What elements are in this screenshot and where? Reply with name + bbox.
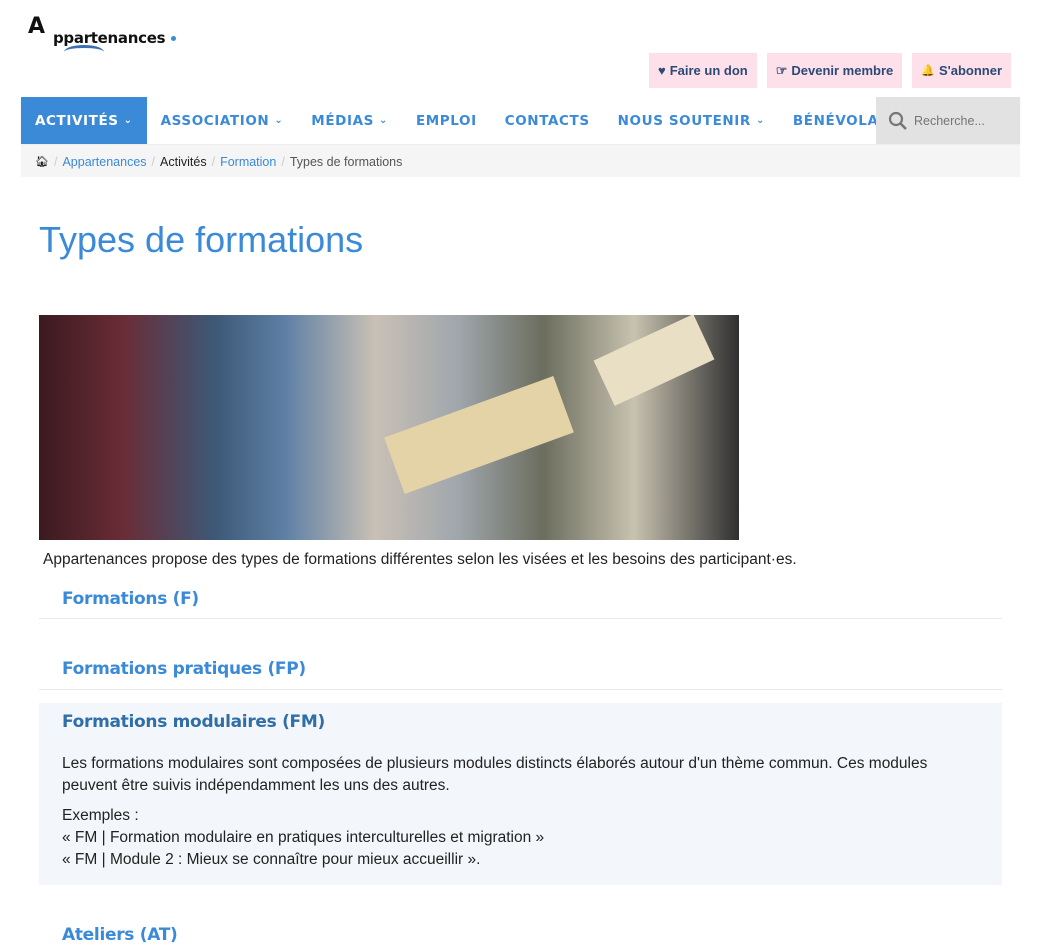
top-actions: ♥ Faire un don ☞ Devenir membre 🔔 S'abonner xyxy=(648,53,1011,88)
example-item: « FM | Module 2 : Mieux se connaître pou… xyxy=(62,851,481,868)
accordion-item[interactable]: Formations (F) xyxy=(39,589,1002,619)
accordion-body: Les formations modulaires sont composées… xyxy=(62,755,928,794)
chevron-down-icon: ⌄ xyxy=(123,115,133,126)
intro-text: Appartenances propose des types de forma… xyxy=(43,551,797,568)
subscribe-label: S'abonner xyxy=(938,63,1002,78)
search-input[interactable] xyxy=(914,113,1014,128)
breadcrumb: 🏠︎ / Appartenances / Activités / Formation /… xyxy=(21,146,1020,177)
nav-emploi[interactable]: EMPLOI xyxy=(402,97,491,144)
search-icon xyxy=(888,111,907,130)
nav-label: NOUS SOUTENIR xyxy=(617,112,751,129)
accordion-title[interactable]: Ateliers (AT) xyxy=(39,925,1002,945)
breadcrumb-activites: Activités xyxy=(160,154,207,169)
logo-initial: A xyxy=(28,14,46,39)
nav-medias[interactable]: MÉDIAS ⌄ xyxy=(297,97,402,144)
nav-label: BÉNÉVOLAT xyxy=(792,112,888,129)
heart-icon: ♥ xyxy=(657,63,666,78)
logo[interactable]: A ppartenances xyxy=(28,14,188,58)
home-icon[interactable]: 🏠︎ xyxy=(35,155,49,168)
nav-label: ACTIVITÉS xyxy=(35,112,119,129)
logo-dot xyxy=(171,36,176,41)
subscribe-button[interactable]: 🔔 S'abonner xyxy=(912,53,1011,88)
nav-label: ASSOCIATION xyxy=(160,112,270,129)
nav-label: EMPLOI xyxy=(415,112,477,129)
accordion-title[interactable]: Formations pratiques (FP) xyxy=(39,659,1002,679)
member-label: Devenir membre xyxy=(791,63,894,78)
bell-icon: 🔔 xyxy=(921,65,935,77)
accordion-title[interactable]: Formations (F) xyxy=(39,589,1002,609)
nav-activites[interactable]: ACTIVITÉS ⌄ xyxy=(21,97,147,144)
donate-button[interactable]: ♥ Faire un don xyxy=(648,53,757,88)
chevron-down-icon: ⌄ xyxy=(378,115,388,126)
accordion-item[interactable]: Formations pratiques (FP) xyxy=(39,659,1002,690)
become-member-button[interactable]: ☞ Devenir membre xyxy=(766,53,903,88)
accordion-item[interactable]: Ateliers (AT) xyxy=(39,925,1002,945)
nav-contacts[interactable]: CONTACTS xyxy=(491,97,604,144)
breadcrumb-appartenances[interactable]: Appartenances xyxy=(62,155,146,169)
main-nav: ACTIVITÉS ⌄ ASSOCIATION ⌄ MÉDIAS ⌄ EMPLOI C… xyxy=(21,97,1020,144)
thumbs-up-icon: ☞ xyxy=(775,62,788,78)
breadcrumb-formation[interactable]: Formation xyxy=(220,155,276,169)
chevron-down-icon: ⌄ xyxy=(755,115,765,126)
search-box[interactable] xyxy=(876,97,1020,144)
nav-nous-soutenir[interactable]: NOUS SOUTENIR ⌄ xyxy=(604,97,779,144)
page-title: Types de formations xyxy=(39,219,364,260)
nav-label: MÉDIAS xyxy=(311,112,374,129)
example-item: « FM | Formation modulaire en pratiques … xyxy=(62,829,545,846)
logo-text: ppartenances xyxy=(53,29,166,47)
breadcrumb-current: Types de formations xyxy=(289,154,403,169)
logo-arc xyxy=(64,45,104,59)
examples-label: Exemples : xyxy=(62,807,139,824)
chevron-down-icon: ⌄ xyxy=(274,115,284,126)
training-photo xyxy=(39,315,739,540)
nav-association[interactable]: ASSOCIATION ⌄ xyxy=(147,97,298,144)
nav-label: CONTACTS xyxy=(504,112,590,129)
accordion-title[interactable]: Formations modulaires (FM) xyxy=(39,703,1002,732)
accordion-item-open: Formations modulaires (FM) Les formation… xyxy=(39,703,1002,885)
donate-label: Faire un don xyxy=(669,63,748,78)
